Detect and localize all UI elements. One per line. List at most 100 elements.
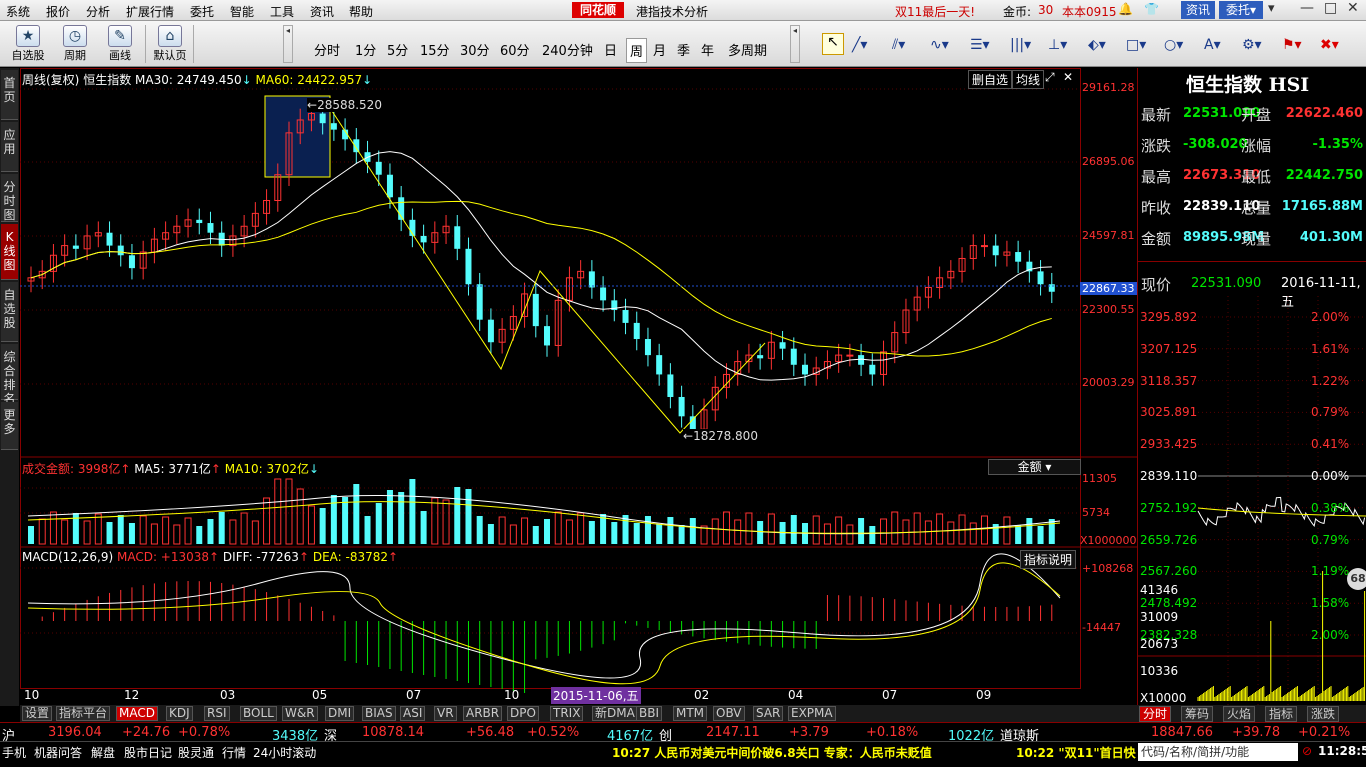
indicator-explain-button[interactable]: 指标说明 [1020,550,1077,569]
indicator-tab[interactable]: OBV [713,706,745,721]
bell-icon[interactable]: 🔔 [1118,2,1133,16]
toolbar-watchlist-button[interactable]: ★ 自选股 [8,23,48,65]
side-tab[interactable]: K线图 [1,224,18,280]
menu-item[interactable]: 报价 [46,3,70,20]
fullscreen-icon[interactable]: ⤢ [1045,70,1055,85]
gann-tool-icon[interactable]: |||▾ [1010,37,1031,53]
quote-tab[interactable]: 火焰 [1223,706,1256,722]
trade-button[interactable]: 委托▾ [1219,1,1263,19]
indicator-tab[interactable]: ASI [400,706,426,721]
period-tab[interactable]: 1分 [352,38,379,61]
float-badge[interactable]: 68 [1347,568,1366,590]
fibo-tool-icon[interactable]: ☰▾ [970,37,990,53]
menu-arrow-icon[interactable]: ▾ [1268,1,1275,16]
indicator-tab[interactable]: DPO [507,706,539,721]
indicator-tab[interactable]: TRIX [550,706,584,721]
mark-tool-icon[interactable]: ⚑▾ [1282,37,1302,53]
status-link[interactable]: 手机 [2,744,26,761]
menu-item[interactable]: 扩展行情 [126,3,174,20]
period-tab[interactable]: 周 [626,38,648,63]
news-scroll-2[interactable]: 10:22 "双11"首日快 [1016,744,1136,761]
period-tab[interactable]: 60分 [497,38,533,61]
close-icon[interactable]: ✕ [1347,0,1359,16]
status-link[interactable]: 行情 [222,744,246,761]
search-input[interactable]: 代码/名称/简拼/功能 [1138,743,1298,761]
status-link[interactable]: 24小时滚动 [253,744,316,761]
indicator-tab[interactable]: W&R [282,706,318,721]
period-tab[interactable]: 分时 [311,38,343,61]
menu-item[interactable]: 系统 [6,3,30,20]
indicator-tab[interactable]: EXPMA [788,706,836,721]
quote-tab[interactable]: 涨跌 [1307,706,1340,722]
period-tab[interactable]: 年 [698,38,717,61]
indicator-tab[interactable]: DMI [325,706,355,721]
indicator-tab[interactable]: BIAS [362,706,396,721]
menu-item[interactable]: 委托 [190,3,214,20]
period-tab[interactable]: 240分钟 [539,38,596,61]
indicator-tab[interactable]: ARBR [463,706,503,721]
promo-link[interactable]: 双11最后一天! [895,3,975,20]
text-tool-icon[interactable]: A▾ [1204,37,1221,53]
parallel-tool-icon[interactable]: ⫽▾ [892,37,905,53]
news-scroll-1[interactable]: 10:27 人民币对美元中间价破6.8关口 专家：人民币未贬值 [612,744,932,761]
period-tab[interactable]: 15分 [417,38,453,61]
rect-tool-icon[interactable]: □▾ [1126,37,1146,53]
minimize-icon[interactable]: — [1300,0,1314,16]
ellipse-tool-icon[interactable]: ○▾ [1164,37,1183,53]
line-tool-icon[interactable]: ╱▾ [852,37,867,53]
volume-type-select[interactable]: 金额 ▾ [988,459,1081,475]
channel-tool-icon[interactable]: ⬖▾ [1088,37,1106,53]
status-link[interactable]: 股市日记 [124,744,172,761]
side-tab[interactable]: 应用 [1,122,18,172]
cursor-tool-icon[interactable]: ↖ [822,33,844,55]
menu-item[interactable]: 分析 [86,3,110,20]
quote-tab[interactable]: 筹码 [1181,706,1214,722]
delete-watchlist-button[interactable]: 删自选 [968,70,1013,89]
indicator-tab[interactable]: KDJ [166,706,193,721]
toolbar-period-button[interactable]: ◷ 周期 [55,23,95,65]
indicator-tab[interactable]: VR [434,706,457,721]
menu-item[interactable]: 帮助 [349,3,373,20]
wave-tool-icon[interactable]: ∿▾ [930,37,949,53]
cycle-tool-icon[interactable]: ⊥▾ [1048,37,1067,53]
ma-button[interactable]: 均线 [1012,70,1045,89]
side-tab[interactable]: 更多 [1,402,18,450]
indicator-tab[interactable]: 设置 [22,706,53,721]
status-link[interactable]: 机器问答 [34,744,82,761]
status-link[interactable]: 股灵通 [178,744,214,761]
indicator-tab[interactable]: 新DMA [592,706,638,721]
side-tab[interactable]: 自选股 [1,282,18,342]
quote-tab[interactable]: 指标 [1265,706,1298,722]
kline-chart-svg[interactable] [20,68,1137,706]
settings-gear-icon[interactable]: ⚙▾ [1242,37,1262,53]
toolbar-home-button[interactable]: ⌂ 默认页 [150,23,190,65]
side-tab[interactable]: 综合排名 [1,344,18,406]
indicator-tab[interactable]: BBI [636,706,663,721]
status-link[interactable]: 解盘 [91,744,115,761]
indicator-tab[interactable]: 指标平台 [56,706,111,721]
menu-item[interactable]: 智能 [230,3,254,20]
shirt-icon[interactable]: 👕 [1144,2,1159,16]
kline-chart-area[interactable]: 周线(复权) 恒生指数 MA30: 24749.450↓ MA60: 24422… [20,68,1137,706]
period-tab[interactable]: 5分 [384,38,411,61]
indicator-tab[interactable]: BOLL [240,706,277,721]
delete-tool-icon[interactable]: ✖▾ [1320,37,1339,53]
menu-item[interactable]: 资讯 [310,3,334,20]
side-tab[interactable]: 首页 [1,70,18,120]
maximize-icon[interactable]: □ [1324,0,1337,16]
indicator-tab[interactable]: MACD [116,706,158,721]
period-tab[interactable]: 月 [650,38,669,61]
period-tab[interactable]: 30分 [457,38,493,61]
news-button[interactable]: 资讯 [1181,1,1215,19]
period-tab[interactable]: 季 [674,38,693,61]
period-tab[interactable]: 多周期 [725,38,770,61]
toolbar-scroll-icon-2[interactable]: ◂ [790,25,800,63]
side-tab[interactable]: 分时图 [1,174,18,222]
menu-item[interactable]: 工具 [270,3,294,20]
close-chart-icon[interactable]: ✕ [1063,70,1073,84]
indicator-tab[interactable]: SAR [753,706,784,721]
quote-tab[interactable]: 分时 [1139,706,1172,722]
period-tab[interactable]: 日 [601,38,620,61]
toolbar-scroll-icon[interactable]: ◂ [283,25,293,63]
indicator-tab[interactable]: MTM [673,706,708,721]
